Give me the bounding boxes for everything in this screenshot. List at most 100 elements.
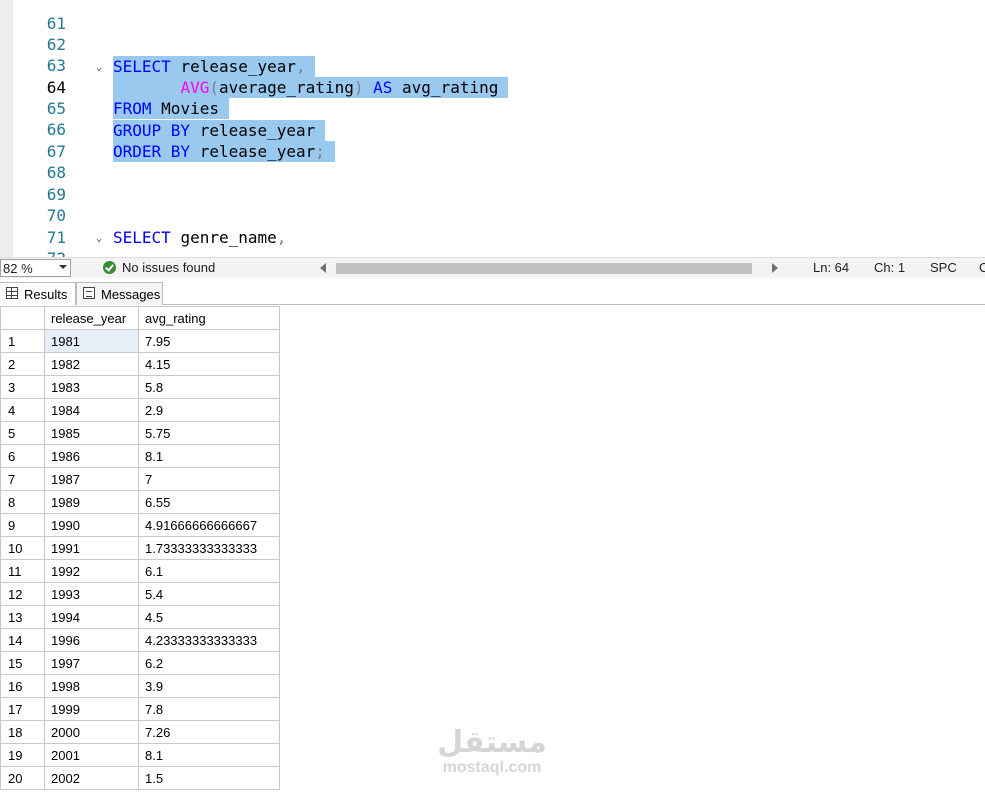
code-line[interactable]: 67 GROUP BY release_year	[0, 120, 985, 161]
code-line[interactable]: 68 ORDER BY release_year;	[0, 141, 985, 182]
scroll-left-icon[interactable]	[320, 263, 326, 273]
table-cell[interactable]: 1999	[44, 697, 139, 721]
table-row[interactable]: 2 1982 4.15	[0, 352, 280, 376]
issues-status[interactable]: No issues found	[122, 260, 215, 275]
table-row[interactable]: 13 1994 4.5	[0, 605, 280, 629]
table-cell[interactable]: 8.1	[138, 444, 280, 468]
table-cell[interactable]: 1.5	[138, 766, 280, 790]
row-number-cell[interactable]: 20	[0, 766, 45, 790]
table-row[interactable]: 8 1989 6.55	[0, 490, 280, 514]
table-row[interactable]: 17 1999 7.8	[0, 697, 280, 721]
code-line[interactable]: 65 AVG(average_rating) AS avg_rating	[0, 77, 985, 118]
scroll-right-icon[interactable]	[772, 263, 778, 273]
row-number-cell[interactable]: 17	[0, 697, 45, 721]
table-cell[interactable]: 1983	[44, 375, 139, 399]
table-cell[interactable]: 1997	[44, 651, 139, 675]
code-text[interactable]: FROM Movies	[113, 98, 229, 119]
code-text[interactable]: ORDER BY release_year;	[113, 141, 335, 162]
row-number-cell[interactable]: 16	[0, 674, 45, 698]
table-row[interactable]: 11 1992 6.1	[0, 559, 280, 583]
code-text[interactable]: SELECT genre_name,	[113, 227, 286, 248]
row-number-cell[interactable]: 4	[0, 398, 45, 422]
table-cell[interactable]: 4.91666666666667	[138, 513, 280, 537]
horizontal-scrollbar-thumb[interactable]	[336, 263, 752, 274]
table-row[interactable]: 3 1983 5.8	[0, 375, 280, 399]
row-number-cell[interactable]: 11	[0, 559, 45, 583]
table-row[interactable]: 20 2002 1.5	[0, 766, 280, 790]
table-cell[interactable]: 4.23333333333333	[138, 628, 280, 652]
tab-messages[interactable]: Messages	[76, 282, 163, 305]
table-row[interactable]: 1 1981 7.95	[0, 329, 280, 353]
table-row[interactable]: 7 1987 7	[0, 467, 280, 491]
table-cell[interactable]: 1996	[44, 628, 139, 652]
table-cell[interactable]: 1981	[44, 329, 139, 353]
table-cell[interactable]: 6.55	[138, 490, 280, 514]
table-cell[interactable]: 5.4	[138, 582, 280, 606]
row-number-cell[interactable]: 8	[0, 490, 45, 514]
row-number-header[interactable]	[0, 306, 45, 330]
table-cell[interactable]: 7	[138, 467, 280, 491]
table-cell[interactable]: 5.75	[138, 421, 280, 445]
table-cell[interactable]: 7.8	[138, 697, 280, 721]
table-cell[interactable]: 1986	[44, 444, 139, 468]
results-grid[interactable]: release_year avg_rating 1 1981 7.95 2 1982 4.…	[0, 306, 280, 790]
table-row[interactable]: 18 2000 7.26	[0, 720, 280, 744]
table-cell[interactable]: 2000	[44, 720, 139, 744]
line-ending-indicator[interactable]: C	[979, 260, 985, 275]
zoom-dropdown[interactable]: 82 %	[0, 259, 71, 277]
table-cell[interactable]: 7.95	[138, 329, 280, 353]
table-cell[interactable]: 1987	[44, 467, 139, 491]
table-cell[interactable]: 1998	[44, 674, 139, 698]
table-cell[interactable]: 1992	[44, 559, 139, 583]
code-line[interactable]: 64 ⌄ SELECT release_year,	[0, 56, 985, 97]
table-cell[interactable]: 1990	[44, 513, 139, 537]
table-row[interactable]: 19 2001 8.1	[0, 743, 280, 767]
code-line[interactable]: 72 ⌄ SELECT genre_name,	[0, 227, 985, 257]
row-number-cell[interactable]: 3	[0, 375, 45, 399]
tab-results[interactable]: Results	[0, 282, 76, 305]
table-cell[interactable]: 1985	[44, 421, 139, 445]
table-cell[interactable]: 3.9	[138, 674, 280, 698]
table-row[interactable]: 16 1998 3.9	[0, 674, 280, 698]
column-header[interactable]: release_year	[44, 306, 139, 330]
fold-chevron-icon[interactable]: ⌄	[93, 227, 105, 248]
table-row[interactable]: 5 1985 5.75	[0, 421, 280, 445]
code-editor[interactable]: 61 62 63 64 ⌄ SELECT release_year, 65 AV…	[0, 0, 985, 257]
whitespace-indicator[interactable]: SPC	[930, 260, 957, 275]
table-cell[interactable]: 7.26	[138, 720, 280, 744]
row-number-cell[interactable]: 2	[0, 352, 45, 376]
table-cell[interactable]: 1984	[44, 398, 139, 422]
row-number-cell[interactable]: 13	[0, 605, 45, 629]
table-cell[interactable]: 1989	[44, 490, 139, 514]
table-cell[interactable]: 2002	[44, 766, 139, 790]
chevron-down-icon[interactable]	[59, 265, 67, 269]
table-cell[interactable]: 4.15	[138, 352, 280, 376]
row-number-cell[interactable]: 5	[0, 421, 45, 445]
row-number-cell[interactable]: 10	[0, 536, 45, 560]
table-cell[interactable]: 8.1	[138, 743, 280, 767]
table-cell[interactable]: 5.8	[138, 375, 280, 399]
row-number-cell[interactable]: 1	[0, 329, 45, 353]
table-row[interactable]: 6 1986 8.1	[0, 444, 280, 468]
table-row[interactable]: 4 1984 2.9	[0, 398, 280, 422]
table-row[interactable]: 14 1996 4.23333333333333	[0, 628, 280, 652]
table-cell[interactable]: 1.73333333333333	[138, 536, 280, 560]
table-cell[interactable]: 2.9	[138, 398, 280, 422]
code-text[interactable]: GROUP BY release_year	[113, 120, 325, 141]
row-number-cell[interactable]: 14	[0, 628, 45, 652]
table-row[interactable]: 15 1997 6.2	[0, 651, 280, 675]
table-cell[interactable]: 6.2	[138, 651, 280, 675]
table-cell[interactable]: 1993	[44, 582, 139, 606]
row-number-cell[interactable]: 19	[0, 743, 45, 767]
table-row[interactable]: 12 1993 5.4	[0, 582, 280, 606]
table-cell[interactable]: 1994	[44, 605, 139, 629]
row-number-cell[interactable]: 7	[0, 467, 45, 491]
code-text[interactable]: SELECT release_year,	[113, 56, 316, 77]
row-number-cell[interactable]: 6	[0, 444, 45, 468]
code-text[interactable]: AVG(average_rating) AS avg_rating	[113, 77, 508, 98]
table-cell[interactable]: 4.5	[138, 605, 280, 629]
column-header[interactable]: avg_rating	[138, 306, 280, 330]
code-line[interactable]: 66 FROM Movies	[0, 98, 985, 139]
row-number-cell[interactable]: 15	[0, 651, 45, 675]
row-number-cell[interactable]: 9	[0, 513, 45, 537]
